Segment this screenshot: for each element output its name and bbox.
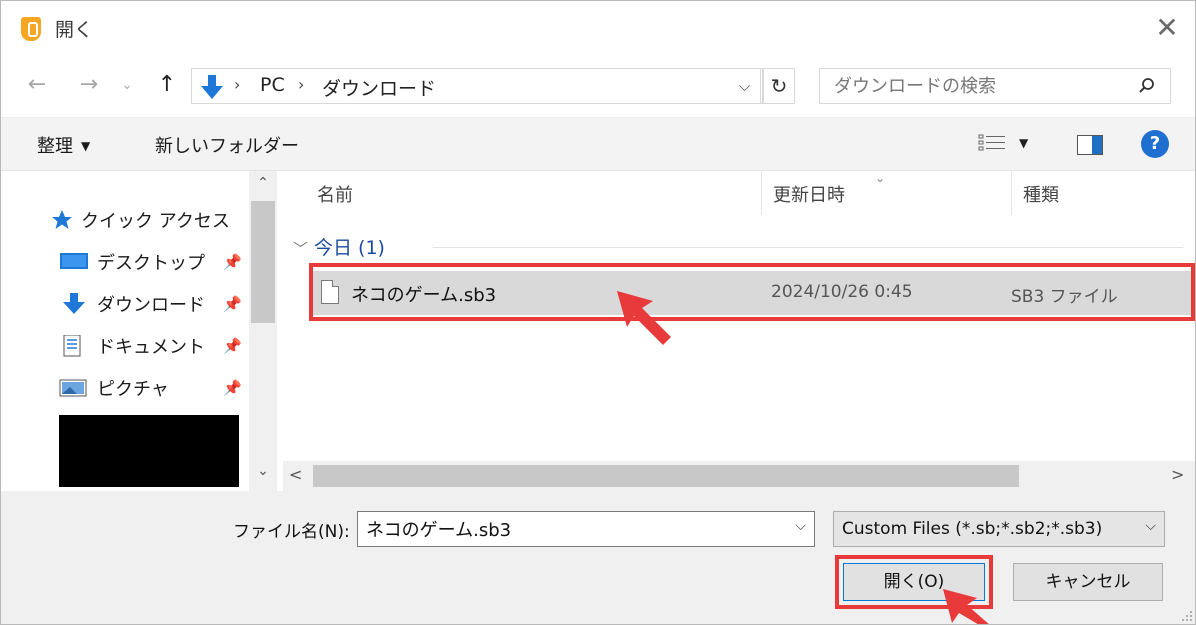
command-toolbar: 整理 ▼ 新しいフォルダー ▼ ? (1, 117, 1195, 171)
column-divider[interactable] (761, 171, 762, 215)
arrow-up-icon: ↑ (157, 72, 177, 97)
recent-locations-button[interactable]: ⌄ (117, 69, 137, 103)
refresh-button[interactable]: ↻ (763, 68, 795, 104)
pin-icon[interactable]: 📌 (223, 379, 242, 397)
star-icon (52, 210, 72, 229)
column-header-modified[interactable]: 更新日時 (773, 181, 845, 207)
chevron-down-icon: ⌄ (121, 77, 133, 93)
back-button[interactable]: ← (21, 69, 53, 103)
file-type: SB3 ファイル (1011, 287, 1118, 307)
forward-button[interactable]: → (73, 69, 105, 103)
pictures-icon (59, 379, 87, 397)
file-modified: 2024/10/26 0:45 (771, 282, 913, 302)
search-icon[interactable] (1138, 77, 1156, 95)
file-type-filter-value: Custom Files (*.sb;*.sb2;*.sb3) (842, 519, 1103, 539)
resize-grip-icon[interactable] (1181, 610, 1193, 622)
sort-indicator-icon: ⌄ (875, 171, 886, 185)
details-view-icon (978, 134, 1005, 151)
preview-pane-button[interactable] (1077, 135, 1103, 155)
column-header-type[interactable]: 種類 (1023, 181, 1059, 207)
help-button[interactable]: ? (1141, 130, 1169, 158)
caret-down-icon: ▼ (81, 139, 91, 153)
help-icon: ? (1149, 133, 1161, 154)
download-folder-icon (201, 75, 223, 99)
chevron-left-icon[interactable]: < (289, 465, 302, 484)
chevron-down-icon[interactable]: ⌄ (249, 463, 277, 487)
filelist-horizontal-scrollbar[interactable]: < > (283, 461, 1195, 491)
cancel-button[interactable]: キャンセル (1013, 563, 1163, 601)
address-bar[interactable]: › PC › ダウンロード (191, 68, 763, 104)
open-file-dialog: 開く ✕ ← → ⌄ ↑ › PC › ダウンロード ⌵ ↻ ダウンロードの検索… (0, 0, 1196, 625)
chevron-up-icon[interactable]: ⌃ (249, 175, 277, 199)
navpane-scroll-thumb[interactable] (251, 201, 275, 323)
navigation-pane: クイック アクセス デスクトップ 📌 ダウンロード 📌 ドキュメント 📌 ピクチ… (1, 171, 279, 491)
up-button[interactable]: ↑ (151, 69, 183, 103)
filename-label: ファイル名(N): (233, 522, 350, 542)
column-header-name[interactable]: 名前 (317, 181, 353, 207)
arrow-right-icon: → (79, 72, 99, 97)
open-button[interactable]: 開く(O) (843, 563, 985, 601)
title-bar: 開く ✕ (1, 1, 1195, 57)
chevron-down-icon: ﹀ (293, 240, 309, 258)
breadcrumb-separator-icon: › (234, 75, 241, 94)
filename-combobox: ⌵ (357, 511, 815, 547)
arrow-left-icon: ← (27, 72, 47, 97)
horizontal-scroll-thumb[interactable] (313, 465, 1019, 487)
chevron-right-icon[interactable]: > (1171, 465, 1184, 484)
close-icon: ✕ (1155, 11, 1179, 44)
group-divider (433, 247, 1183, 248)
desktop-icon (60, 253, 88, 269)
scratch-app-icon (21, 17, 41, 41)
file-icon (321, 280, 339, 304)
column-divider[interactable] (1011, 171, 1012, 215)
breadcrumb-pc[interactable]: PC (260, 74, 285, 96)
search-input[interactable] (820, 69, 1130, 103)
navpane-scrollbar[interactable]: ⌃ ⌄ (249, 171, 277, 491)
refresh-icon: ↻ (770, 74, 788, 98)
group-header-today[interactable]: ﹀ 今日 (1) (293, 233, 385, 261)
redacted-area (59, 415, 239, 487)
pin-icon[interactable]: 📌 (223, 295, 242, 313)
file-list: ⌄ 名前 更新日時 種類 ﹀ 今日 (1) ネコのゲーム.sb3 2024/10/… (283, 171, 1195, 461)
group-label: 今日 (1) (314, 237, 385, 259)
file-row[interactable]: ネコのゲーム.sb3 2024/10/26 0:45 SB3 ファイル (311, 271, 1193, 315)
navigation-bar: ← → ⌄ ↑ › PC › ダウンロード ⌵ ↻ (1, 63, 1195, 109)
download-icon (63, 293, 85, 314)
organize-label: 整理 (37, 136, 73, 157)
filename-input[interactable] (358, 512, 778, 546)
pin-icon[interactable]: 📌 (223, 337, 242, 355)
address-history-dropdown[interactable]: ⌵ (729, 68, 761, 104)
change-view-button[interactable]: ▼ (977, 132, 1037, 160)
organize-button[interactable]: 整理 ▼ (37, 132, 90, 158)
chevron-down-icon: ⌵ (738, 77, 751, 95)
breadcrumb-downloads[interactable]: ダウンロード (322, 74, 436, 101)
caret-down-icon: ▼ (1019, 136, 1029, 150)
file-name-panel: ファイル名(N): ⌵ Custom Files (*.sb;*.sb2;*.s… (1, 491, 1195, 624)
chevron-down-icon[interactable]: ⌵ (795, 518, 806, 534)
file-type-filter-select[interactable]: Custom Files (*.sb;*.sb2;*.sb3) ⌵ (833, 511, 1165, 547)
breadcrumb-separator-icon: › (298, 75, 305, 94)
file-name: ネコのゲーム.sb3 (351, 285, 497, 306)
close-button[interactable]: ✕ (1149, 11, 1185, 47)
new-folder-button[interactable]: 新しいフォルダー (155, 132, 299, 158)
chevron-down-icon: ⌵ (1145, 518, 1156, 534)
pin-icon[interactable]: 📌 (223, 253, 242, 271)
search-box (819, 68, 1171, 104)
dialog-title: 開く (55, 19, 94, 41)
document-icon (63, 335, 81, 357)
